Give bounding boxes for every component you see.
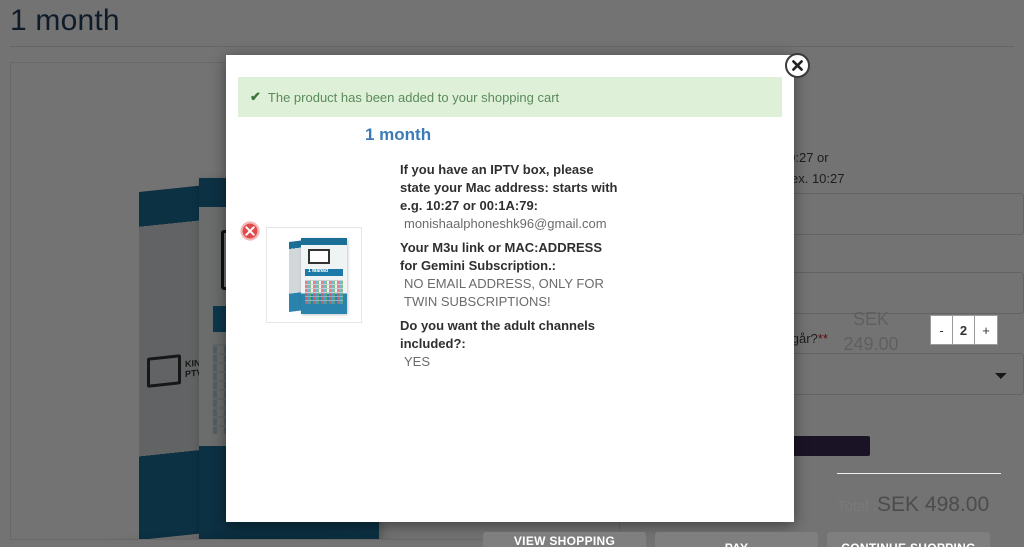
remove-item-icon[interactable]	[240, 221, 260, 241]
thumb-title-band	[305, 268, 343, 276]
product-options-list: If you have an IPTV box, please state yo…	[400, 161, 618, 377]
option-answer: YES	[404, 354, 431, 369]
thumbnail-box-art	[289, 238, 347, 314]
total-value: SEK 498.00	[877, 493, 990, 516]
option-question: Your M3u link or MAC:ADDRESS for Gemini …	[400, 240, 602, 273]
quantity-value[interactable]: 2	[953, 316, 975, 344]
order-total: Total :SEK 498.00	[837, 493, 989, 517]
cart-confirmation-modal: ✔ The product has been added to your sho…	[226, 55, 1001, 547]
product-thumbnail[interactable]	[266, 227, 362, 323]
option-question: Do you want the adult channels included?…	[400, 318, 596, 351]
thumb-box-front	[301, 238, 347, 314]
total-divider	[837, 473, 1001, 474]
unit-price: SEK 249.00	[836, 307, 906, 357]
quantity-increment-button[interactable]: +	[975, 316, 997, 344]
modal-actions: VIEW SHOPPING CART PAY CONTINUE SHOPPING	[483, 532, 990, 547]
modal-product-title: 1 month	[365, 125, 432, 144]
view-shopping-cart-button[interactable]: VIEW SHOPPING CART	[483, 532, 646, 547]
option-question: If you have an IPTV box, please state yo…	[400, 162, 618, 213]
option-answer: monishaalphoneshk96@gmail.com	[404, 216, 607, 231]
total-label: Total :	[837, 498, 878, 515]
quantity-decrement-button[interactable]: -	[931, 316, 953, 344]
quantity-stepper[interactable]: - 2 +	[930, 315, 998, 345]
pay-button[interactable]: PAY	[655, 532, 818, 547]
option-answer: NO EMAIL ADDRESS, ONLY FOR TWIN SUBSCRIP…	[404, 276, 604, 309]
thumb-logo-icon	[308, 249, 330, 264]
continue-shopping-button[interactable]: CONTINUE SHOPPING	[827, 532, 990, 547]
check-icon: ✔	[250, 89, 261, 104]
thumb-channel-grid	[305, 280, 343, 304]
price-currency: SEK	[852, 309, 890, 329]
success-alert: ✔ The product has been added to your sho…	[238, 77, 782, 117]
close-icon[interactable]	[785, 53, 810, 78]
price-amount: 249.00	[843, 334, 899, 354]
screenshot-root: 1 month KINGPTV N! F THE SUBSCRIPTION. H…	[0, 0, 1024, 547]
success-alert-text: The product has been added to your shopp…	[267, 89, 560, 105]
